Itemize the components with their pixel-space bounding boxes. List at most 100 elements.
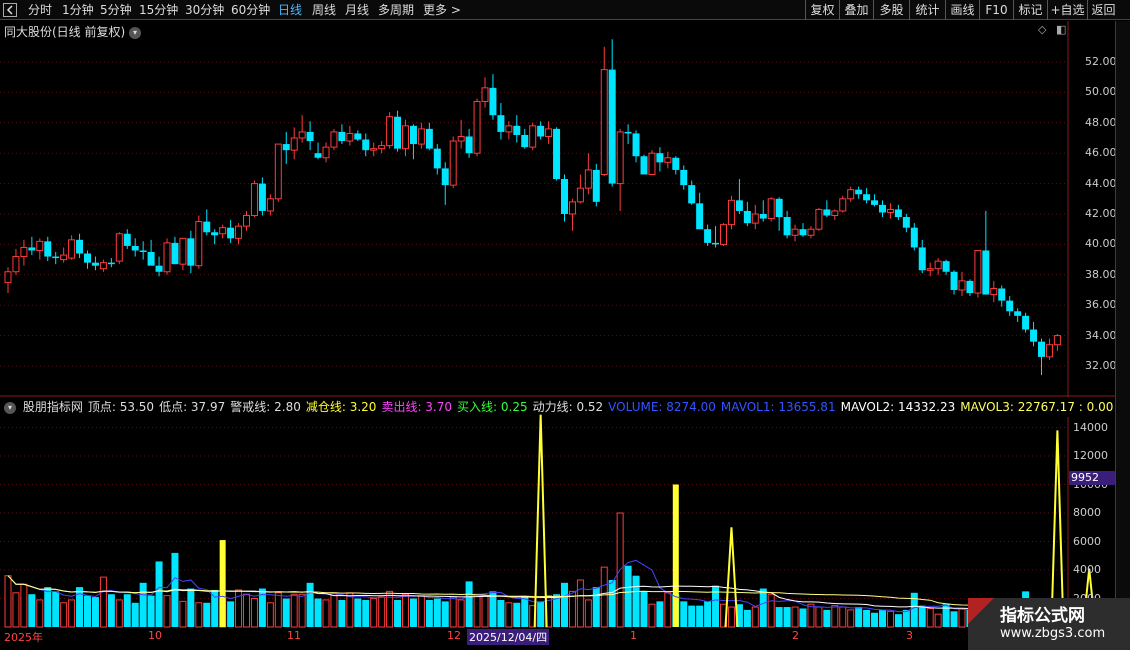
statistics-button[interactable]: 统计: [909, 0, 945, 20]
candle-body-up: [664, 157, 672, 163]
f10-button[interactable]: F10: [979, 0, 1013, 20]
volume-bar-up: [839, 606, 847, 628]
volume-bar-up: [847, 609, 855, 628]
candle-body-up: [934, 260, 942, 270]
date-label: 11: [287, 629, 301, 642]
maximize-icon[interactable]: ◧: [1056, 23, 1066, 36]
candle-body-down: [354, 133, 362, 140]
price-y-tick: 50.00: [1085, 85, 1117, 99]
period-tab-1min[interactable]: 1分钟: [62, 0, 94, 20]
period-tab-monthly[interactable]: 月线: [345, 0, 369, 20]
candle-body-up: [235, 225, 243, 239]
volume-bar-down: [497, 599, 505, 627]
period-tab-multi[interactable]: 多周期: [378, 0, 414, 20]
volume-bar-down: [894, 614, 902, 627]
candle-body-down: [155, 265, 163, 272]
period-tab-60min[interactable]: 60分钟: [231, 0, 270, 20]
candle-body-up: [648, 152, 656, 175]
date-label: 1: [630, 629, 637, 642]
price-y-tick: 46.00: [1085, 146, 1117, 160]
add-watchlist-button[interactable]: +自选: [1047, 0, 1087, 20]
period-tab-15min[interactable]: 15分钟: [139, 0, 178, 20]
volume-y-tick: 8000: [1073, 506, 1101, 519]
candle-body-up: [473, 101, 481, 154]
candle-body-down: [950, 271, 958, 290]
period-tab-weekly[interactable]: 周线: [312, 0, 336, 20]
volume-indicator-chart[interactable]: [0, 397, 1115, 650]
draw-line-button[interactable]: 画线: [945, 0, 979, 20]
candle-body-down: [362, 139, 370, 151]
candle-body-down: [433, 148, 441, 169]
volume-bar-down: [902, 609, 910, 627]
indicator-dropdown-icon[interactable]: ▾: [4, 401, 16, 414]
volume-bar-down: [696, 605, 704, 627]
volume-bar-down: [855, 607, 863, 627]
period-tab-daily[interactable]: 日线: [278, 0, 302, 20]
candle-body-up: [322, 146, 330, 159]
candle-body-up: [568, 201, 576, 215]
candle-body-down: [282, 144, 290, 151]
volume-bar-down: [704, 601, 712, 627]
candle-body-up: [727, 199, 735, 226]
candle-body-up: [12, 256, 20, 273]
volume-bar-down: [561, 582, 568, 627]
candle-body-down: [902, 217, 910, 228]
volume-bar-down: [950, 611, 958, 627]
volume-bar-up: [322, 599, 330, 628]
candle-body-down: [656, 153, 664, 163]
volume-bar-down: [139, 582, 147, 627]
candle-body-up: [584, 169, 592, 189]
price-y-tick: 32.00: [1085, 359, 1117, 372]
watermark-logo: 指标公式网 www.zbgs3.com: [968, 598, 1130, 650]
watermark-title: 指标公式网: [1000, 606, 1085, 626]
candle-body-down: [91, 262, 99, 266]
price-y-tick: 44.00: [1085, 176, 1117, 190]
candle-body-up: [815, 208, 823, 230]
period-tab-5min[interactable]: 5分钟: [100, 0, 132, 20]
back-button[interactable]: 返回: [1087, 0, 1119, 20]
candle-body-down: [52, 256, 60, 259]
candle-body-down: [894, 209, 902, 218]
candle-body-down: [28, 247, 36, 251]
mark-button[interactable]: 标记: [1013, 0, 1047, 20]
candle-body-up: [990, 287, 998, 296]
volume-bar-down: [656, 601, 664, 627]
volume-bar-up: [584, 599, 592, 628]
candle-body-down: [855, 189, 863, 195]
candle-body-up: [457, 135, 465, 142]
candle-body-up: [99, 262, 107, 270]
title-dropdown-icon[interactable]: ▾: [129, 26, 142, 39]
period-tab-more[interactable]: 更多 >: [423, 0, 461, 20]
candle-body-up: [886, 208, 894, 213]
fuquan-button[interactable]: 复权: [805, 0, 839, 20]
volume-bar-down: [640, 591, 648, 627]
volume-bar-up: [378, 596, 386, 628]
volume-bar-up: [505, 602, 513, 628]
candle-body-down: [759, 214, 767, 219]
volume-bar-up: [402, 593, 409, 628]
candle-body-up: [616, 131, 624, 185]
candle-body-down: [409, 125, 417, 145]
period-tab-30min[interactable]: 30分钟: [185, 0, 224, 20]
diamond-icon[interactable]: ◇: [1038, 23, 1046, 36]
volume-bar-down: [425, 599, 433, 627]
volume-bar-up: [934, 613, 942, 628]
period-tab-fenshi[interactable]: 分时: [28, 0, 52, 20]
candle-body-up: [346, 132, 354, 142]
volume-bar-down: [632, 575, 640, 627]
price-candlestick-chart[interactable]: [0, 21, 1115, 397]
volume-bar-down: [409, 598, 417, 627]
volume-bar-down: [44, 587, 52, 627]
multi-stock-button[interactable]: 多股: [873, 0, 909, 20]
volume-bar-down: [759, 588, 767, 627]
price-y-tick: 40.00: [1085, 237, 1117, 251]
indicator-legend-item: 减仓线: 3.20: [305, 400, 377, 414]
volume-bar-down: [863, 609, 871, 627]
overlay-button[interactable]: 叠加: [839, 0, 873, 20]
toolbar-nav-icon[interactable]: [3, 0, 25, 20]
candle-body-up: [330, 131, 338, 148]
candle-body-up: [4, 271, 12, 283]
volume-bar-up: [274, 592, 282, 628]
volume-bar-down: [211, 589, 219, 627]
candle-body-up: [600, 69, 608, 175]
